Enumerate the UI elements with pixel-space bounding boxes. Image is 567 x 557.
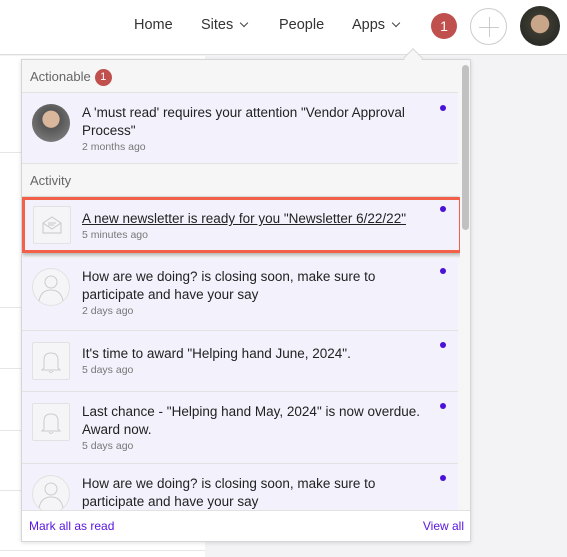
notification-item[interactable]: Last chance - "Helping hand May, 2024" i…	[22, 392, 458, 464]
mark-all-read-link[interactable]: Mark all as read	[29, 519, 114, 533]
scrollbar-thumb[interactable]	[462, 65, 469, 230]
nav-people[interactable]: People	[279, 17, 324, 33]
nav-home[interactable]: Home	[134, 17, 173, 33]
section-label: Activity	[30, 173, 72, 188]
notification-time: 5 days ago	[82, 440, 134, 452]
chevron-down-icon	[391, 18, 401, 28]
unread-dot	[440, 475, 446, 481]
nav-apps-label: Apps	[352, 17, 386, 33]
notification-badge[interactable]: 1	[431, 13, 457, 39]
add-button[interactable]	[470, 8, 507, 45]
notifications-dropdown: Actionable 1 A 'must read' requires your …	[21, 59, 471, 542]
notification-text: It's time to award "Helping hand June, 2…	[82, 346, 351, 361]
notification-text: Last chance - "Helping hand May, 2024" i…	[82, 404, 421, 437]
chevron-down-icon	[240, 18, 249, 28]
notification-item[interactable]: It's time to award "Helping hand June, 2…	[22, 331, 458, 392]
person-icon	[32, 268, 70, 306]
nav-apps[interactable]: Apps	[352, 17, 401, 33]
unread-dot	[440, 268, 446, 274]
view-all-link[interactable]: View all	[423, 519, 464, 533]
bell-icon	[32, 403, 70, 441]
notification-item[interactable]: A 'must read' requires your attention "V…	[22, 93, 458, 164]
section-label: Actionable	[30, 69, 91, 84]
section-activity: Activity	[22, 164, 458, 197]
user-avatar	[32, 104, 70, 142]
unread-dot	[440, 206, 446, 212]
actionable-count-badge: 1	[94, 69, 112, 86]
notification-text: How are we doing? is closing soon, make …	[82, 476, 376, 509]
envelope-icon	[33, 206, 71, 244]
unread-dot	[440, 342, 446, 348]
notification-time: 2 days ago	[82, 305, 134, 317]
notification-text: How are we doing? is closing soon, make …	[82, 269, 376, 302]
notification-time: 2 months ago	[82, 141, 146, 153]
notification-time: 5 minutes ago	[82, 229, 148, 241]
user-avatar[interactable]	[520, 6, 560, 46]
unread-dot	[440, 403, 446, 409]
unread-dot	[440, 105, 446, 111]
notification-time: 5 days ago	[82, 364, 134, 376]
bell-icon	[32, 342, 70, 380]
notification-item[interactable]: How are we doing? is closing soon, make …	[22, 258, 458, 331]
person-icon	[32, 475, 70, 513]
nav-sites-label: Sites	[201, 17, 234, 33]
top-nav: Home Sites People Apps 1	[0, 0, 567, 55]
section-actionable: Actionable 1	[22, 60, 458, 93]
dropdown-footer: Mark all as read View all	[22, 510, 470, 541]
notification-text: A 'must read' requires your attention "V…	[82, 105, 405, 138]
notification-item-highlighted[interactable]: A new newsletter is ready for you "Newsl…	[22, 197, 462, 253]
nav-sites[interactable]: Sites	[201, 17, 249, 33]
notification-text: A new newsletter is ready for you "Newsl…	[82, 211, 406, 226]
